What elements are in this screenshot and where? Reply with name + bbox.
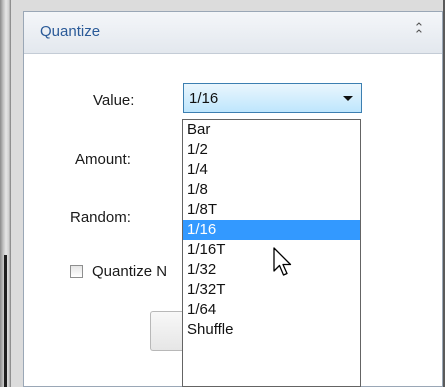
dropdown-option-1-8t[interactable]: 1/8T [183, 200, 360, 220]
dropdown-option-1-64[interactable]: 1/64 [183, 300, 360, 320]
value-select-current: 1/16 [189, 90, 219, 107]
panel-title: Quantize [40, 23, 101, 40]
window-splitter[interactable] [4, 255, 7, 387]
quantize-checkbox-label: Quantize N [92, 263, 168, 280]
double-chevron-up-icon[interactable]: ⌃ ⌃ [410, 21, 428, 42]
dropdown-option-1-8[interactable]: 1/8 [183, 180, 360, 200]
amount-label: Amount: [75, 151, 131, 168]
dropdown-option-1-4[interactable]: 1/4 [183, 160, 360, 180]
dropdown-option-shuffle[interactable]: Shuffle [183, 320, 360, 340]
mouse-pointer-icon [273, 247, 292, 276]
dropdown-option-bar[interactable]: Bar [183, 120, 360, 140]
dropdown-option-1-32t[interactable]: 1/32T [183, 280, 360, 300]
panel-header[interactable]: Quantize ⌃ ⌃ [24, 12, 442, 54]
chevron-down-icon [343, 96, 353, 101]
value-select[interactable]: 1/16 [183, 83, 362, 113]
window-frame: Quantize ⌃ ⌃ Value: Amount: Random: Quant… [0, 0, 445, 387]
dropdown-option-1-2[interactable]: 1/2 [183, 140, 360, 160]
dropdown-option-1-16[interactable]: 1/16 [183, 220, 360, 240]
value-label: Value: [93, 92, 135, 109]
quantize-checkbox[interactable] [70, 265, 83, 278]
random-label: Random: [70, 209, 131, 226]
